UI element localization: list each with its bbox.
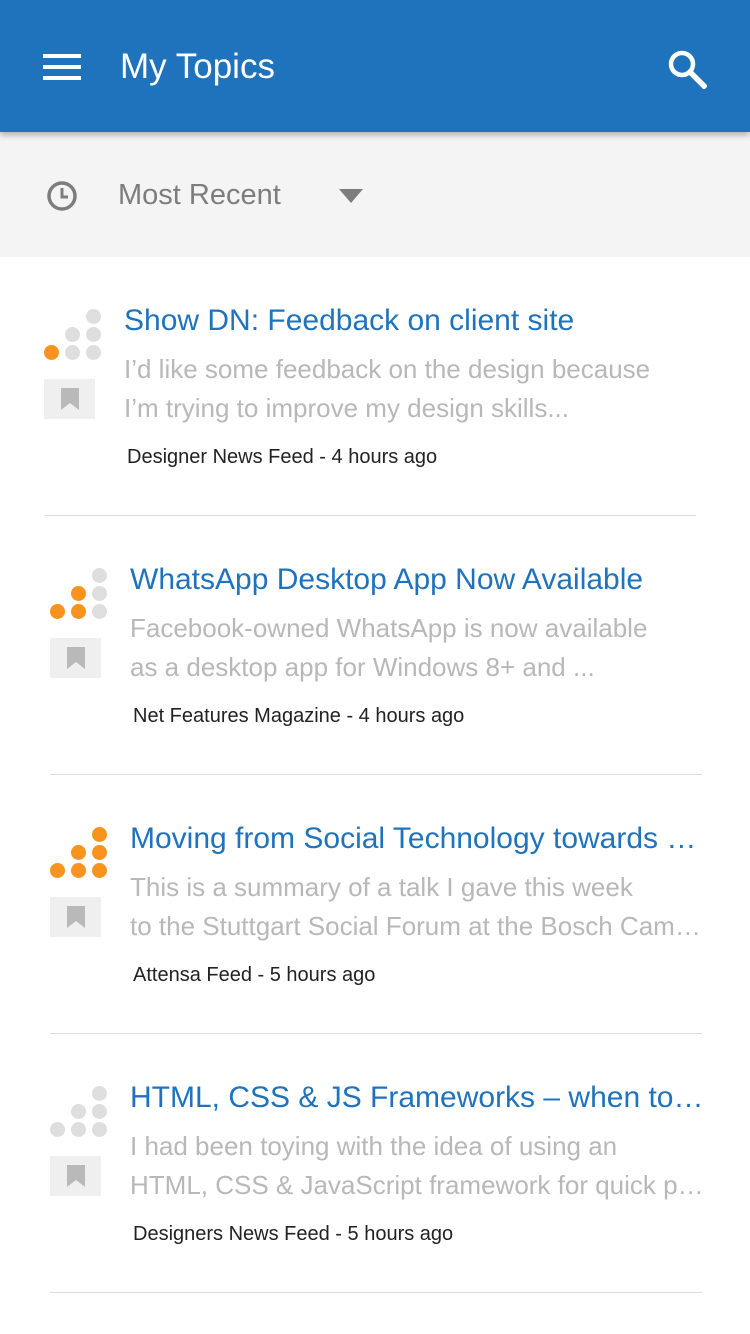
item-summary-line: This is a summary of a talk I gave this …: [130, 872, 633, 902]
item-timestamp: 5 hours ago: [269, 964, 376, 986]
item-summary: This is a summary of a talk I gave this …: [130, 868, 706, 946]
item-meta: Attensa Feed - 5 hours ago: [133, 961, 375, 989]
item-title[interactable]: Show DN: Feedback on client site: [124, 301, 706, 341]
relevance-dot: [86, 309, 101, 324]
sort-selected-label: Most Recent: [118, 178, 281, 211]
relevance-dot: [65, 345, 80, 360]
relevance-dot: [92, 863, 107, 878]
relevance-dot: [92, 568, 107, 583]
list-item[interactable]: Moving from Social Technology towards So…: [0, 775, 750, 1034]
item-meta: Designer News Feed - 4 hours ago: [127, 443, 437, 471]
search-icon: [668, 50, 707, 89]
list-item[interactable]: HTML, CSS & JS Frameworks – when to use …: [0, 1034, 750, 1293]
search-button[interactable]: [652, 36, 722, 102]
page-title: My Topics: [120, 47, 275, 86]
item-source[interactable]: Attensa Feed: [133, 964, 252, 986]
bookmark-button[interactable]: [44, 379, 95, 419]
relevance-indicator: [50, 827, 107, 878]
relevance-dot: [92, 827, 107, 842]
item-source[interactable]: Net Features Magazine: [133, 705, 341, 727]
item-title[interactable]: Moving from Social Technology towards So…: [130, 819, 706, 859]
relevance-dot: [92, 1086, 107, 1101]
hamburger-menu-icon: [43, 54, 81, 80]
relevance-indicator: [50, 1086, 107, 1137]
relevance-dot: [65, 327, 80, 342]
relevance-dot: [92, 1122, 107, 1137]
chevron-down-icon: [339, 189, 363, 203]
bookmark-button[interactable]: [50, 1156, 101, 1196]
item-summary-line: as a desktop app for Windows 8+ and ...: [130, 652, 595, 682]
item-timestamp: 4 hours ago: [331, 446, 438, 468]
item-meta: Designers News Feed - 5 hours ago: [133, 1220, 453, 1248]
item-summary: I’d like some feedback on the design bec…: [124, 350, 706, 428]
relevance-dot: [92, 1104, 107, 1119]
item-title[interactable]: HTML, CSS & JS Frameworks – when to use …: [130, 1078, 706, 1118]
relevance-indicator: [44, 309, 101, 360]
sort-dropdown[interactable]: Most Recent: [118, 170, 378, 220]
app-bar: My Topics: [0, 0, 750, 132]
menu-button[interactable]: [30, 40, 94, 94]
relevance-indicator: [50, 568, 107, 619]
relevance-dot: [50, 863, 65, 878]
item-title[interactable]: WhatsApp Desktop App Now Available: [130, 560, 706, 600]
relevance-dot: [50, 604, 65, 619]
item-meta-separator: -: [251, 964, 270, 986]
list-item[interactable]: WhatsApp Desktop App Now Available Facebo…: [0, 516, 750, 775]
relevance-dot: [71, 604, 86, 619]
bookmark-button[interactable]: [50, 638, 101, 678]
relevance-dot: [71, 863, 86, 878]
bookmark-icon: [66, 647, 85, 669]
relevance-dot: [92, 604, 107, 619]
list-item[interactable]: Show DN: Feedback on client site I’d like…: [0, 257, 750, 516]
item-meta: Net Features Magazine - 4 hours ago: [133, 702, 464, 730]
bookmark-icon: [66, 906, 85, 928]
item-meta-separator: -: [329, 1223, 348, 1245]
bookmark-icon: [60, 388, 79, 410]
item-summary: I had been toying with the idea of using…: [130, 1127, 706, 1205]
item-timestamp: 5 hours ago: [347, 1223, 454, 1245]
item-source[interactable]: Designers News Feed: [133, 1223, 330, 1245]
bookmark-icon: [66, 1165, 85, 1187]
item-meta-separator: -: [340, 705, 359, 727]
item-summary-line: I’m trying to improve my design skills..…: [124, 393, 570, 423]
item-summary-line: to the Stuttgart Social Forum at the Bos…: [130, 911, 706, 941]
relevance-dot: [71, 845, 86, 860]
relevance-dot: [44, 345, 59, 360]
relevance-dot: [92, 845, 107, 860]
list-divider: [50, 1292, 702, 1293]
item-source[interactable]: Designer News Feed: [127, 446, 314, 468]
relevance-dot: [71, 1122, 86, 1137]
relevance-dot: [86, 345, 101, 360]
item-meta-separator: -: [313, 446, 332, 468]
item-summary: Facebook-owned WhatsApp is now available…: [130, 609, 706, 687]
relevance-dot: [86, 327, 101, 342]
item-summary-line: I had been toying with the idea of using…: [130, 1131, 618, 1161]
item-timestamp: 4 hours ago: [358, 705, 465, 727]
relevance-dot: [71, 1104, 86, 1119]
bookmark-button[interactable]: [50, 897, 101, 937]
item-summary-line: I’d like some feedback on the design bec…: [124, 354, 651, 384]
clock-icon: [47, 181, 77, 211]
item-summary-line: Facebook-owned WhatsApp is now available: [130, 613, 648, 643]
relevance-dot: [92, 586, 107, 601]
relevance-dot: [71, 586, 86, 601]
item-summary-line: HTML, CSS & JavaScript framework for qui…: [130, 1170, 706, 1200]
relevance-dot: [50, 1122, 65, 1137]
